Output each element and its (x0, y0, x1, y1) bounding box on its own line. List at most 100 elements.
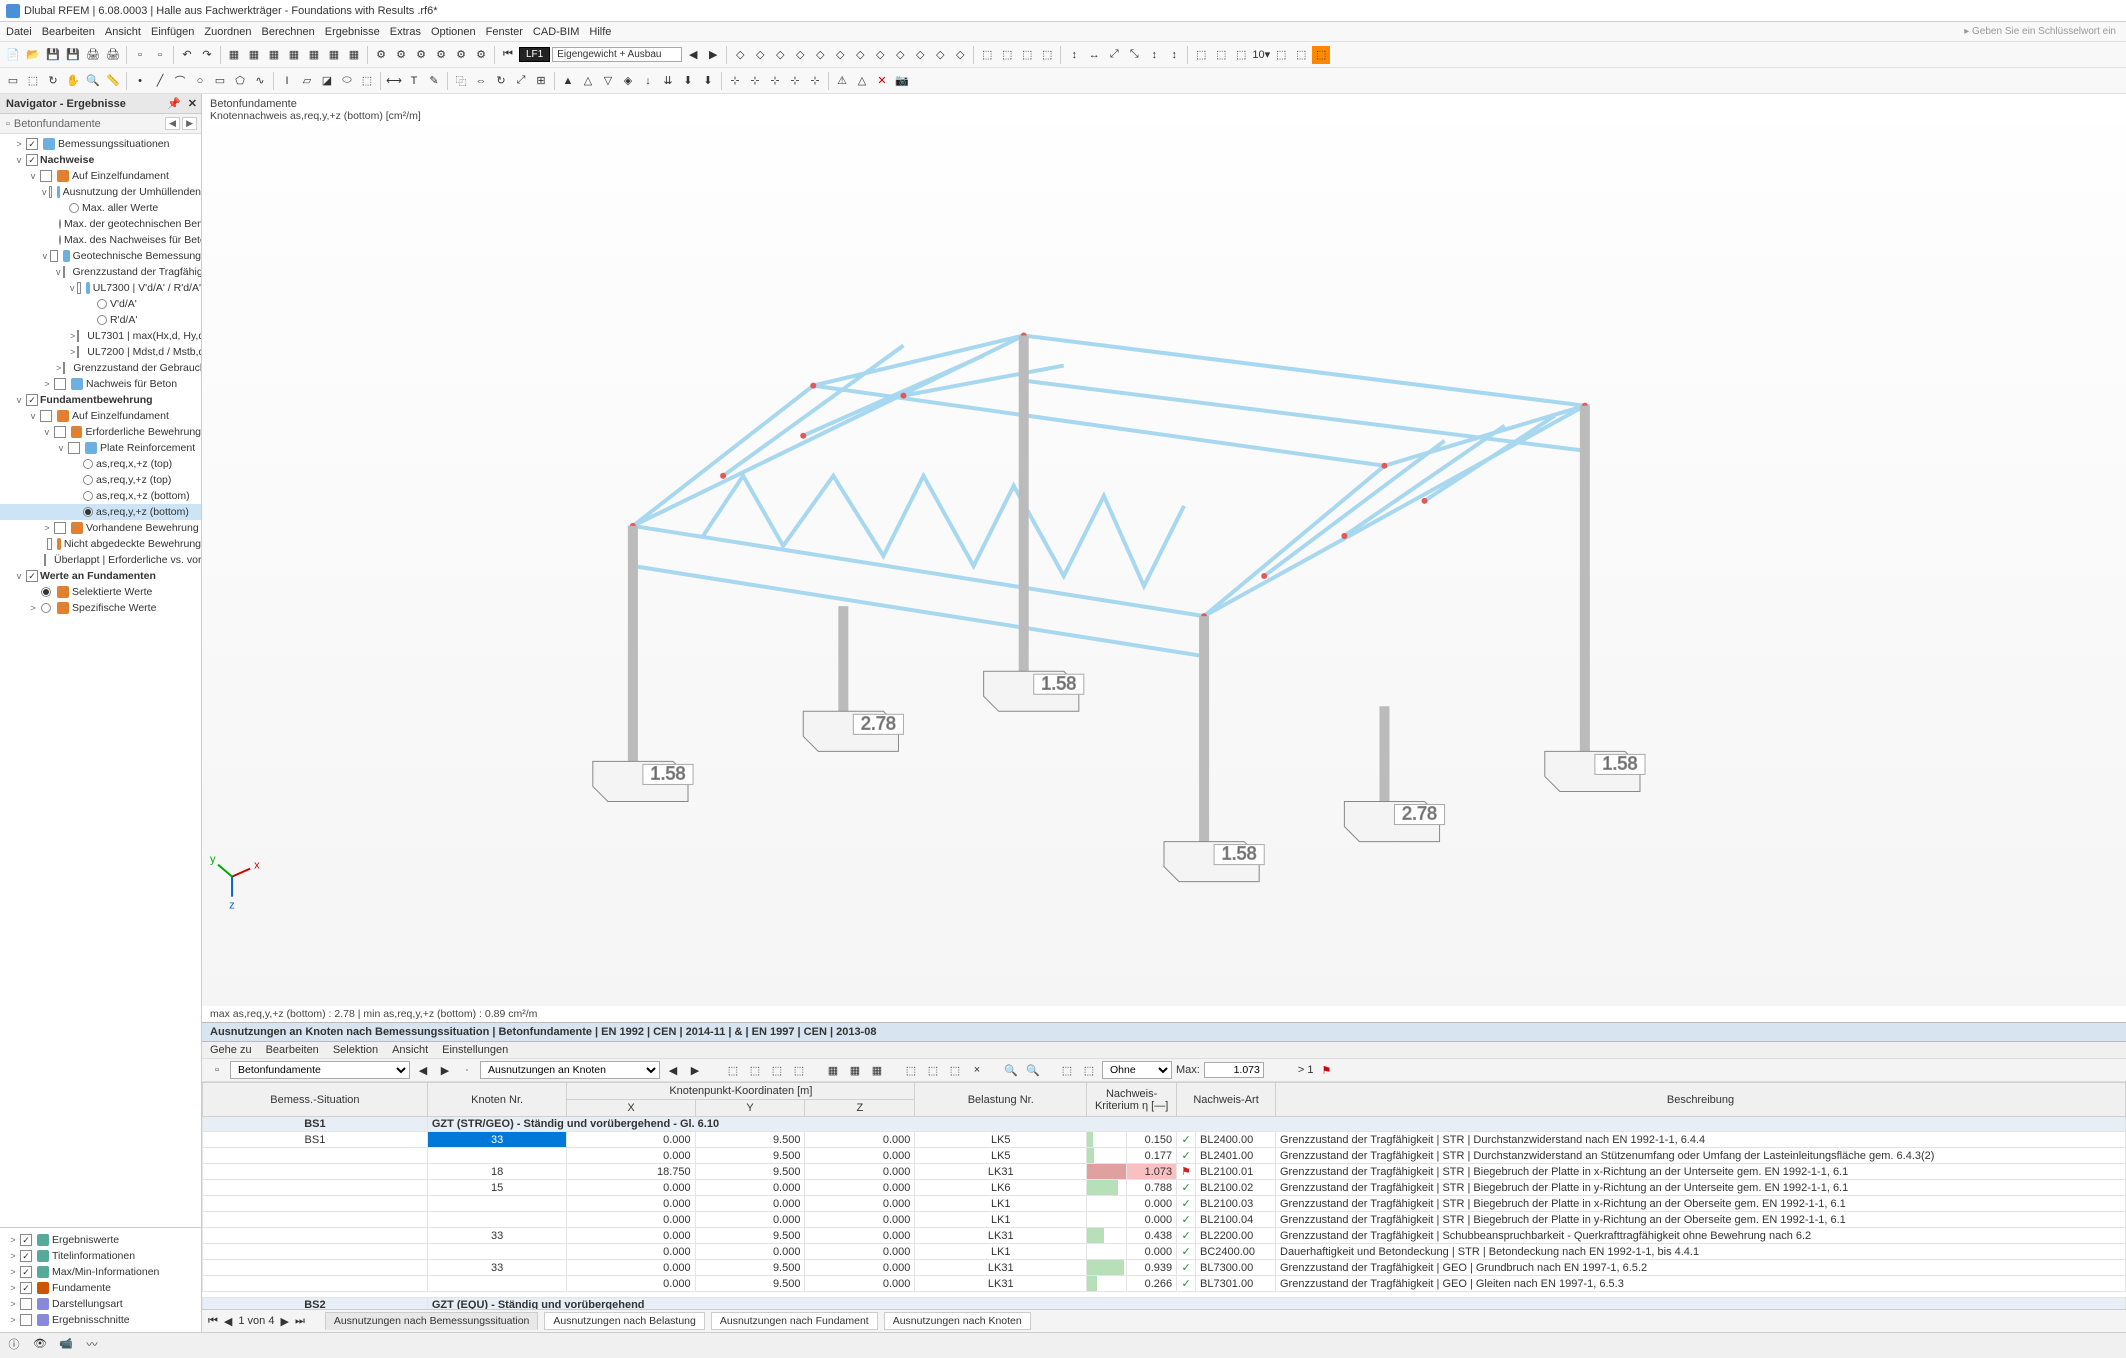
view7-icon[interactable]: ◇ (851, 46, 869, 64)
disp3-icon[interactable]: ⬚ (1018, 46, 1036, 64)
th-coords[interactable]: Knotenpunkt-Koordinaten [m] (567, 1083, 915, 1100)
filter2-combo[interactable]: Ausnutzungen an Knoten (480, 1061, 660, 1079)
tool1-icon[interactable]: ⬚ (1192, 46, 1210, 64)
e2-icon[interactable]: 🔍 (1024, 1061, 1042, 1079)
mirror-icon[interactable]: ⇔ (472, 72, 490, 90)
arc-icon[interactable]: ⌒ (171, 72, 189, 90)
c1-icon[interactable]: ▦ (824, 1061, 842, 1079)
page2-icon[interactable]: ▫ (151, 46, 169, 64)
res2-icon[interactable]: ↔ (1085, 46, 1103, 64)
table-row[interactable]: 0.0009.5000.000LK310.266✓BL7301.00Grenzz… (203, 1276, 2126, 1292)
menu-datei[interactable]: Datei (6, 26, 32, 38)
c3-icon[interactable]: ▦ (868, 1061, 886, 1079)
table-row[interactable]: 0.0000.0000.000LK10.000✓BL2100.04Grenzzu… (203, 1212, 2126, 1228)
redo-icon[interactable]: ↷ (198, 46, 216, 64)
snap1-icon[interactable]: ⊹ (726, 72, 744, 90)
view1-icon[interactable]: ◇ (731, 46, 749, 64)
radio[interactable] (83, 475, 93, 485)
expander-icon[interactable]: > (8, 1315, 18, 1325)
expander-icon[interactable]: v (28, 171, 38, 181)
res1-icon[interactable]: ↕ (1065, 46, 1083, 64)
nav-first-icon[interactable]: ⏮ (499, 46, 517, 64)
expander-icon[interactable]: v (28, 411, 38, 421)
tree-item[interactable]: >Ergebniswerte (0, 1232, 201, 1248)
checkbox[interactable] (20, 1314, 32, 1326)
checkbox[interactable] (63, 266, 65, 278)
tree-item[interactable]: >UL7200 | Mdst,d / Mstb,d (0, 344, 201, 360)
page-icon[interactable]: ▫ (131, 46, 149, 64)
checkbox[interactable] (20, 1282, 32, 1294)
cursor-icon[interactable]: ▭ (4, 72, 22, 90)
tree-item[interactable]: vGeotechnische Bemessung (0, 248, 201, 264)
viewport-3d[interactable]: 1.58 2.78 1.58 1.58 2.78 1.58 x y z (202, 126, 2126, 1006)
rot2-icon[interactable]: ↻ (492, 72, 510, 90)
e1-icon[interactable]: 🔍 (1002, 1061, 1020, 1079)
cam-icon[interactable]: 📷 (893, 72, 911, 90)
view10-icon[interactable]: ◇ (911, 46, 929, 64)
view11-icon[interactable]: ◇ (931, 46, 949, 64)
tree-item[interactable]: as,req,x,+z (bottom) (0, 488, 201, 504)
p1-icon[interactable]: ⬚ (902, 1061, 920, 1079)
member-icon[interactable]: I (278, 72, 296, 90)
grid1-icon[interactable]: ▦ (225, 46, 243, 64)
hole-icon[interactable]: ⬭ (338, 72, 356, 90)
checkbox[interactable] (77, 330, 79, 342)
menu-bearbeiten[interactable]: Bearbeiten (42, 26, 95, 38)
res3-icon[interactable]: ⤢ (1105, 46, 1123, 64)
radio[interactable] (83, 459, 93, 469)
tree-item[interactable]: as,req,y,+z (top) (0, 472, 201, 488)
note-icon[interactable]: ✎ (425, 72, 443, 90)
calc4-icon[interactable]: ⚙ (432, 46, 450, 64)
menu-cadbim[interactable]: CAD-BIM (533, 26, 579, 38)
tree-item[interactable]: V'd/A' (0, 296, 201, 312)
th-z[interactable]: Z (805, 1100, 915, 1117)
sup3-icon[interactable]: ▽ (599, 72, 617, 90)
expander-icon[interactable]: > (42, 379, 52, 389)
checkbox[interactable] (54, 426, 66, 438)
scale-icon[interactable]: ⤢ (512, 72, 530, 90)
tree-item[interactable]: Überlappt | Erforderliche vs. vorhandene… (0, 552, 201, 568)
rmenu-einstellungen[interactable]: Einstellungen (442, 1044, 508, 1056)
line-icon[interactable]: ╱ (151, 72, 169, 90)
th-node[interactable]: Knoten Nr. (427, 1083, 567, 1117)
table-row[interactable]: 0.0000.0000.000LK10.000✓BL2100.03Grenzzu… (203, 1196, 2126, 1212)
expander-icon[interactable]: > (42, 523, 52, 533)
load4-icon[interactable]: ⬇ (699, 72, 717, 90)
grid4-icon[interactable]: ▦ (285, 46, 303, 64)
tool6-icon[interactable]: ⬚ (1292, 46, 1310, 64)
tree-item[interactable]: vAusnutzung der Umhüllenden (0, 184, 201, 200)
rmenu-selektion[interactable]: Selektion (333, 1044, 378, 1056)
eye-icon[interactable]: 👁 (32, 1336, 48, 1352)
tab-1[interactable]: Ausnutzungen nach Belastung (544, 1312, 704, 1330)
nav-tree[interactable]: >BemessungssituationenvNachweisevAuf Ein… (0, 134, 201, 1227)
tool7-icon[interactable]: ⬚ (1312, 46, 1330, 64)
expander-icon[interactable]: > (8, 1299, 18, 1309)
expander-icon[interactable]: > (70, 331, 75, 341)
checkbox[interactable] (49, 186, 53, 198)
saveas-icon[interactable]: 💾 (64, 46, 82, 64)
th-ratio[interactable]: Nachweis-Kriterium η [—] (1087, 1083, 1177, 1117)
expander-icon[interactable]: v (14, 571, 24, 581)
radio[interactable] (97, 299, 107, 309)
view6-icon[interactable]: ◇ (831, 46, 849, 64)
caliper-icon[interactable]: 📏 (104, 72, 122, 90)
f2-icon[interactable]: ⬚ (1080, 1061, 1098, 1079)
copy-icon[interactable]: ⿻ (452, 72, 470, 90)
radio[interactable] (83, 507, 93, 517)
grid6-icon[interactable]: ▦ (325, 46, 343, 64)
tool3-icon[interactable]: ⬚ (1232, 46, 1250, 64)
nav-prev-icon[interactable]: ◀ (414, 1061, 432, 1079)
tree-item[interactable]: vAuf Einzelfundament (0, 408, 201, 424)
menu-hilfe[interactable]: Hilfe (589, 26, 611, 38)
page-last-icon[interactable]: ⏭ (295, 1315, 305, 1328)
expander-icon[interactable]: > (8, 1251, 18, 1261)
sup1-icon[interactable]: ▲ (559, 72, 577, 90)
expander-icon[interactable]: v (42, 251, 48, 261)
view4-icon[interactable]: ◇ (791, 46, 809, 64)
tree-item[interactable]: vFundamentbewehrung (0, 392, 201, 408)
solid-icon[interactable]: ◪ (318, 72, 336, 90)
results-table-wrap[interactable]: Bemess.-Situation Knoten Nr. Knotenpunkt… (202, 1082, 2126, 1309)
res6-icon[interactable]: ↕ (1165, 46, 1183, 64)
g4-icon[interactable]: ⬚ (790, 1061, 808, 1079)
checkbox[interactable] (68, 442, 80, 454)
